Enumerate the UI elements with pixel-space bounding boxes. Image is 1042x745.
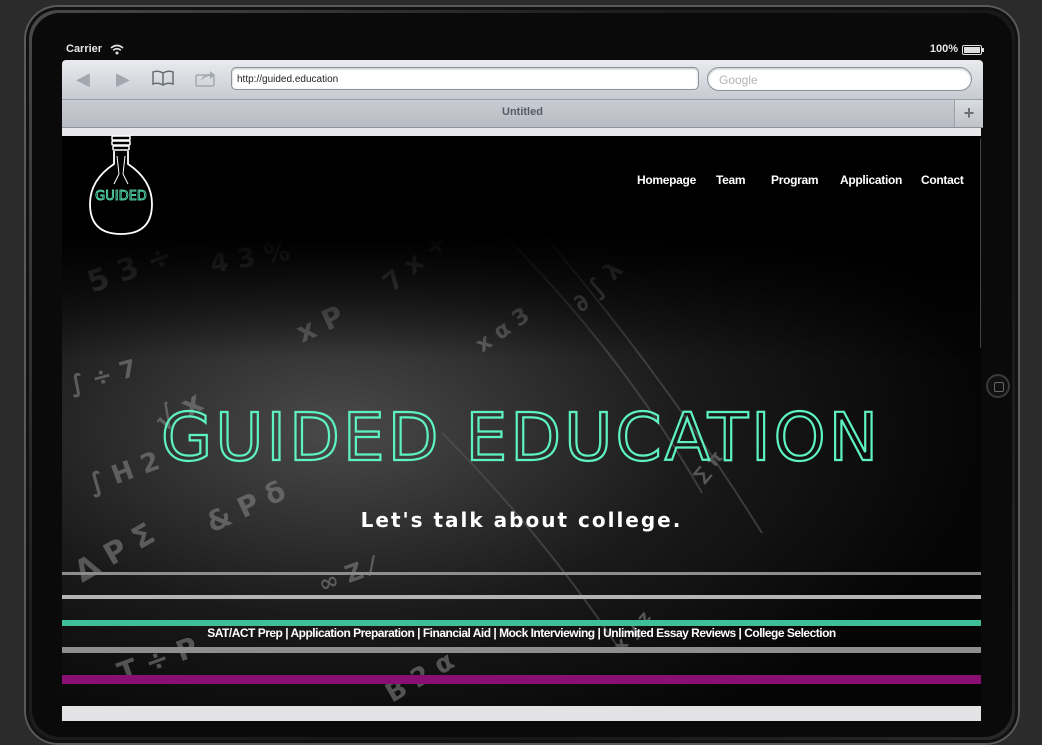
main-nav: Homepage Team Program Application Contac…	[62, 173, 981, 195]
stripe-light	[62, 595, 981, 599]
new-tab-button[interactable]: +	[954, 100, 983, 127]
web-page: 5 3 ÷ 4 3 % x P ∫ ÷ 7 √ x ∫ H 2 & P δ Δ …	[62, 128, 981, 721]
page-top-strip	[62, 128, 981, 136]
stripe-magenta	[62, 675, 981, 684]
nav-application[interactable]: Application	[840, 173, 902, 187]
nav-homepage[interactable]: Homepage	[637, 173, 696, 187]
search-field[interactable]: Google	[707, 67, 972, 91]
scroll-indicator[interactable]	[980, 138, 981, 348]
svg-text:GUIDED EDUCATION: GUIDED EDUCATION	[161, 399, 881, 476]
page-bottom-strip	[62, 706, 981, 721]
wifi-icon	[110, 44, 124, 55]
stripe-gray-2	[62, 647, 981, 653]
stripe-gray-1	[62, 572, 981, 575]
nav-team[interactable]: Team	[716, 173, 746, 187]
back-icon[interactable]: ◀	[76, 69, 90, 89]
forward-icon[interactable]: ▶	[116, 69, 130, 89]
nav-program[interactable]: Program	[771, 173, 819, 187]
battery-percent: 100%	[929, 43, 958, 55]
bookmarks-icon[interactable]	[151, 70, 175, 86]
tab-bar: Untitled +	[62, 100, 983, 128]
share-icon[interactable]	[195, 69, 217, 87]
status-bar: Carrier 100%	[62, 41, 984, 59]
carrier-label: Carrier	[66, 43, 103, 55]
nav-contact[interactable]: Contact	[921, 173, 964, 187]
hero-title: GUIDED EDUCATION	[160, 398, 881, 477]
services-list: SAT/ACT Prep | Application Preparation |…	[207, 626, 836, 640]
battery-icon	[962, 45, 984, 55]
browser-toolbar: ◀ ▶ http://guided.education Google	[62, 60, 983, 100]
home-button[interactable]	[986, 374, 1010, 398]
tab-title[interactable]: Untitled	[62, 106, 983, 118]
url-field[interactable]: http://guided.education	[231, 67, 699, 90]
tagline: Let's talk about college.	[360, 508, 683, 532]
